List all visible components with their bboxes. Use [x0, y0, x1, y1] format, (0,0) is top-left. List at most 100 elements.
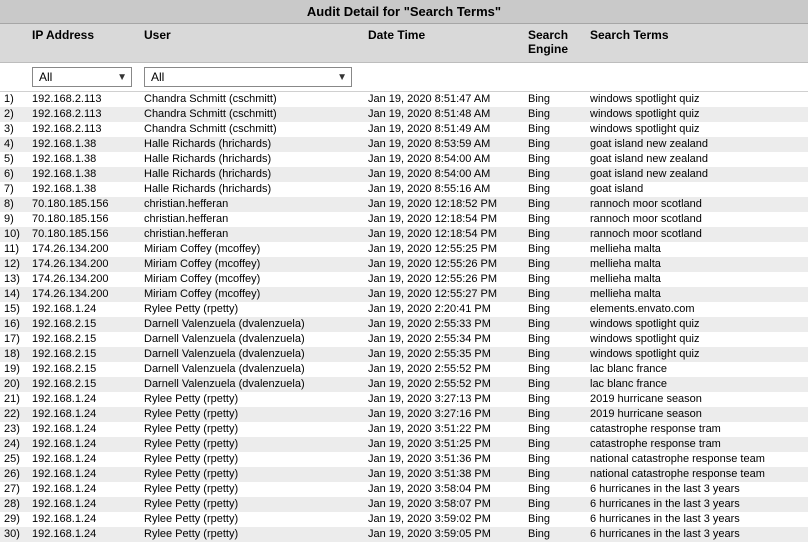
row-datetime: Jan 19, 2020 12:55:26 PM [368, 272, 528, 287]
table-row[interactable]: 29)192.168.1.24Rylee Petty (rpetty)Jan 1… [0, 512, 808, 527]
ip-filter-select[interactable]: All ▼ [32, 67, 132, 87]
table-row[interactable]: 15)192.168.1.24Rylee Petty (rpetty)Jan 1… [0, 302, 808, 317]
row-engine: Bing [528, 467, 590, 482]
row-ip: 192.168.1.24 [32, 437, 144, 452]
table-row[interactable]: 5)192.168.1.38Halle Richards (hrichards)… [0, 152, 808, 167]
row-engine: Bing [528, 167, 590, 182]
row-number: 15) [0, 302, 32, 317]
row-ip: 192.168.2.15 [32, 362, 144, 377]
row-search-terms: goat island new zealand [590, 152, 808, 167]
table-row[interactable]: 28)192.168.1.24Rylee Petty (rpetty)Jan 1… [0, 497, 808, 512]
row-datetime: Jan 19, 2020 3:51:36 PM [368, 452, 528, 467]
header-engine-line2: Engine [528, 42, 568, 56]
column-headers: IP Address User Date Time Search Engine … [0, 24, 808, 63]
table-row[interactable]: 16)192.168.2.15Darnell Valenzuela (dvale… [0, 317, 808, 332]
row-engine: Bing [528, 212, 590, 227]
row-engine: Bing [528, 137, 590, 152]
row-ip: 192.168.1.24 [32, 497, 144, 512]
row-user: christian.hefferan [144, 197, 368, 212]
row-search-terms: goat island new zealand [590, 167, 808, 182]
row-engine: Bing [528, 422, 590, 437]
row-datetime: Jan 19, 2020 2:55:34 PM [368, 332, 528, 347]
table-row[interactable]: 12)174.26.134.200Miriam Coffey (mcoffey)… [0, 257, 808, 272]
row-number: 6) [0, 167, 32, 182]
row-number: 12) [0, 257, 32, 272]
table-row[interactable]: 18)192.168.2.15Darnell Valenzuela (dvale… [0, 347, 808, 362]
table-row[interactable]: 14)174.26.134.200Miriam Coffey (mcoffey)… [0, 287, 808, 302]
row-user: Rylee Petty (rpetty) [144, 392, 368, 407]
row-number: 14) [0, 287, 32, 302]
table-row[interactable]: 30)192.168.1.24Rylee Petty (rpetty)Jan 1… [0, 527, 808, 542]
header-datetime: Date Time [368, 28, 528, 42]
row-search-terms: elements.envato.com [590, 302, 808, 317]
row-engine: Bing [528, 437, 590, 452]
table-row[interactable]: 19)192.168.2.15Darnell Valenzuela (dvale… [0, 362, 808, 377]
row-number: 11) [0, 242, 32, 257]
row-ip: 192.168.1.24 [32, 422, 144, 437]
table-row[interactable]: 27)192.168.1.24Rylee Petty (rpetty)Jan 1… [0, 482, 808, 497]
row-number: 9) [0, 212, 32, 227]
row-user: Darnell Valenzuela (dvalenzuela) [144, 347, 368, 362]
table-row[interactable]: 2)192.168.2.113Chandra Schmitt (cschmitt… [0, 107, 808, 122]
table-row[interactable]: 23)192.168.1.24Rylee Petty (rpetty)Jan 1… [0, 422, 808, 437]
row-ip: 192.168.2.113 [32, 92, 144, 107]
row-datetime: Jan 19, 2020 8:54:00 AM [368, 167, 528, 182]
row-search-terms: goat island new zealand [590, 137, 808, 152]
table-row[interactable]: 1)192.168.2.113Chandra Schmitt (cschmitt… [0, 92, 808, 107]
row-user: Miriam Coffey (mcoffey) [144, 257, 368, 272]
table-row[interactable]: 20)192.168.2.15Darnell Valenzuela (dvale… [0, 377, 808, 392]
row-ip: 192.168.1.24 [32, 467, 144, 482]
row-user: Halle Richards (hrichards) [144, 182, 368, 197]
row-datetime: Jan 19, 2020 2:55:52 PM [368, 377, 528, 392]
table-row[interactable]: 22)192.168.1.24Rylee Petty (rpetty)Jan 1… [0, 407, 808, 422]
table-row[interactable]: 7)192.168.1.38Halle Richards (hrichards)… [0, 182, 808, 197]
table-row[interactable]: 4)192.168.1.38Halle Richards (hrichards)… [0, 137, 808, 152]
row-user: Rylee Petty (rpetty) [144, 302, 368, 317]
row-ip: 192.168.1.24 [32, 302, 144, 317]
table-row[interactable]: 3)192.168.2.113Chandra Schmitt (cschmitt… [0, 122, 808, 137]
table-row[interactable]: 17)192.168.2.15Darnell Valenzuela (dvale… [0, 332, 808, 347]
table-row[interactable]: 6)192.168.1.38Halle Richards (hrichards)… [0, 167, 808, 182]
row-engine: Bing [528, 227, 590, 242]
table-row[interactable]: 9)70.180.185.156christian.hefferanJan 19… [0, 212, 808, 227]
row-engine: Bing [528, 512, 590, 527]
row-datetime: Jan 19, 2020 8:51:48 AM [368, 107, 528, 122]
row-ip: 192.168.2.113 [32, 122, 144, 137]
table-row[interactable]: 26)192.168.1.24Rylee Petty (rpetty)Jan 1… [0, 467, 808, 482]
user-filter-select[interactable]: All ▼ [144, 67, 352, 87]
row-datetime: Jan 19, 2020 12:18:54 PM [368, 227, 528, 242]
header-ip: IP Address [32, 28, 144, 42]
row-user: Rylee Petty (rpetty) [144, 437, 368, 452]
row-number: 23) [0, 422, 32, 437]
row-search-terms: national catastrophe response team [590, 452, 808, 467]
table-row[interactable]: 25)192.168.1.24Rylee Petty (rpetty)Jan 1… [0, 452, 808, 467]
row-ip: 174.26.134.200 [32, 287, 144, 302]
row-ip: 70.180.185.156 [32, 197, 144, 212]
row-search-terms: mellieha malta [590, 242, 808, 257]
row-search-terms: windows spotlight quiz [590, 347, 808, 362]
row-engine: Bing [528, 497, 590, 512]
row-engine: Bing [528, 362, 590, 377]
table-row[interactable]: 11)174.26.134.200Miriam Coffey (mcoffey)… [0, 242, 808, 257]
row-user: christian.hefferan [144, 227, 368, 242]
row-number: 24) [0, 437, 32, 452]
table-row[interactable]: 21)192.168.1.24Rylee Petty (rpetty)Jan 1… [0, 392, 808, 407]
table-row[interactable]: 24)192.168.1.24Rylee Petty (rpetty)Jan 1… [0, 437, 808, 452]
row-number: 18) [0, 347, 32, 362]
row-user: Miriam Coffey (mcoffey) [144, 272, 368, 287]
row-ip: 192.168.1.24 [32, 452, 144, 467]
table-row[interactable]: 13)174.26.134.200Miriam Coffey (mcoffey)… [0, 272, 808, 287]
row-number: 7) [0, 182, 32, 197]
table-row[interactable]: 8)70.180.185.156christian.hefferanJan 19… [0, 197, 808, 212]
row-engine: Bing [528, 482, 590, 497]
row-search-terms: rannoch moor scotland [590, 227, 808, 242]
table-row[interactable]: 10)70.180.185.156christian.hefferanJan 1… [0, 227, 808, 242]
row-search-terms: 6 hurricanes in the last 3 years [590, 482, 808, 497]
row-user: Rylee Petty (rpetty) [144, 512, 368, 527]
row-datetime: Jan 19, 2020 12:18:52 PM [368, 197, 528, 212]
row-number: 28) [0, 497, 32, 512]
row-datetime: Jan 19, 2020 3:27:16 PM [368, 407, 528, 422]
row-datetime: Jan 19, 2020 8:53:59 AM [368, 137, 528, 152]
row-ip: 174.26.134.200 [32, 242, 144, 257]
row-user: Chandra Schmitt (cschmitt) [144, 107, 368, 122]
